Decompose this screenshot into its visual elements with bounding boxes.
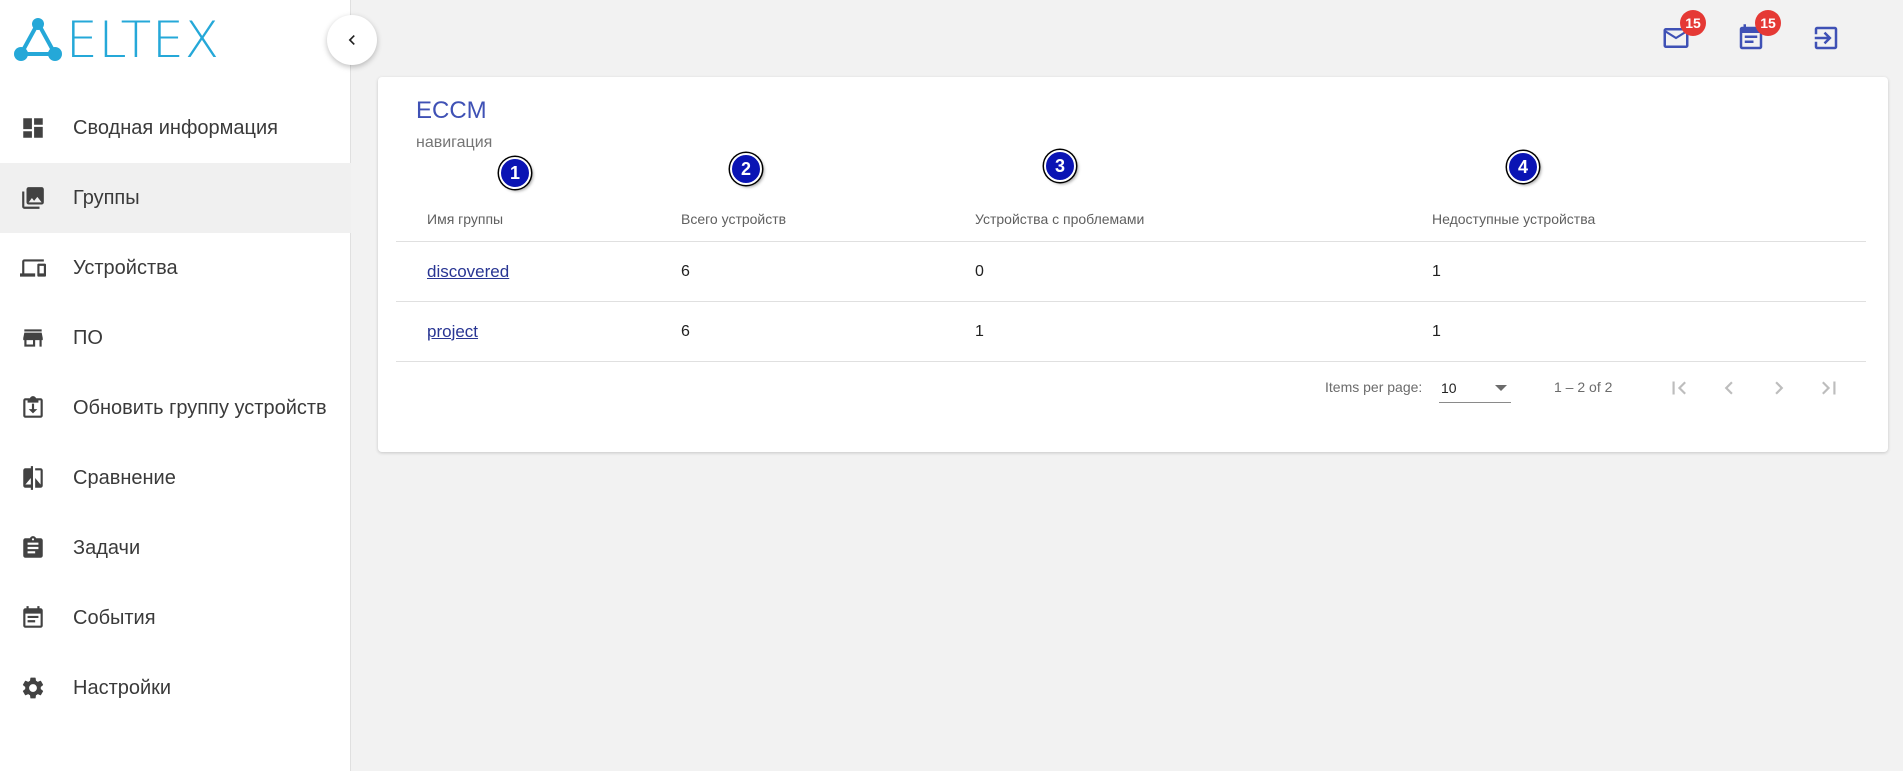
dashboard-icon	[18, 113, 48, 143]
chevron-left-icon	[1724, 381, 1733, 395]
items-per-page-label: Items per page:	[1325, 379, 1423, 395]
page-title: ECCM	[416, 97, 487, 124]
annotation-marker-4: 4	[1507, 151, 1539, 183]
sidebar-item-compare[interactable]: Сравнение	[0, 443, 351, 513]
eltex-logo[interactable]: ELTEX	[12, 11, 220, 69]
events-badge: 15	[1755, 10, 1781, 36]
sidebar-item-devices[interactable]: Устройства	[0, 233, 351, 303]
chevron-right-icon	[1775, 381, 1784, 395]
sidebar-item-label: Сводная информация	[73, 116, 278, 139]
page-subtitle: навигация	[416, 134, 493, 151]
unavailable-devices-cell: 1	[1432, 262, 1441, 280]
clipboard-icon	[18, 533, 48, 563]
total-devices-cell: 6	[681, 322, 690, 340]
sidebar-item-label: Устройства	[73, 256, 178, 279]
table-row: discovered 6 0 1	[396, 242, 1866, 302]
events-button[interactable]: 15	[1733, 10, 1781, 56]
problem-devices-cell: 0	[975, 262, 984, 280]
total-devices-cell: 6	[681, 262, 690, 280]
problem-devices-cell: 1	[975, 322, 984, 340]
chevron-left-icon	[348, 35, 355, 45]
sidebar-item-summary[interactable]: Сводная информация	[0, 93, 351, 163]
next-page-button[interactable]	[1762, 371, 1796, 405]
groups-table: Имя группы Всего устройств Устройства с …	[396, 150, 1866, 362]
devices-icon	[18, 253, 48, 283]
sidebar-item-groups[interactable]: Группы	[0, 163, 351, 233]
store-icon	[18, 323, 48, 353]
sidebar-item-label: Группы	[73, 186, 140, 209]
sidebar-item-label: События	[73, 606, 156, 629]
column-header-unavailable-devices[interactable]: Недоступные устройства	[1432, 177, 1595, 241]
sidebar-item-label: Обновить группу устройств	[73, 396, 327, 419]
sidebar-item-events[interactable]: События	[0, 583, 351, 653]
gear-icon	[18, 673, 48, 703]
table-header-row: Имя группы Всего устройств Устройства с …	[396, 150, 1866, 242]
column-header-problem-devices[interactable]: Устройства с проблемами	[975, 177, 1144, 241]
column-header-total-devices[interactable]: Всего устройств	[681, 177, 786, 241]
annotation-marker-2: 2	[730, 153, 762, 185]
column-header-group-name[interactable]: Имя группы	[427, 177, 503, 241]
sidebar-item-label: Сравнение	[73, 466, 176, 489]
group-link[interactable]: discovered	[427, 262, 509, 282]
first-page-icon	[1672, 381, 1686, 395]
collapse-sidebar-button[interactable]	[327, 15, 377, 65]
mail-badge: 15	[1680, 10, 1706, 36]
page-size-value: 10	[1441, 380, 1457, 396]
sidebar-item-label: Задачи	[73, 536, 141, 559]
calendar-icon	[18, 603, 48, 633]
sidebar-item-update-group[interactable]: Обновить группу устройств	[0, 373, 351, 443]
logout-icon	[1814, 26, 1838, 50]
last-page-button[interactable]	[1812, 371, 1846, 405]
compare-icon	[18, 463, 48, 493]
logout-button[interactable]	[1808, 20, 1844, 56]
table-row: project 6 1 1	[396, 302, 1866, 362]
photo-library-icon	[18, 183, 48, 213]
sidebar-item-label: Настройки	[73, 676, 172, 699]
sidebar-item-software[interactable]: ПО	[0, 303, 351, 373]
groups-card: ECCM навигация Имя группы Всего устройст…	[378, 77, 1888, 452]
previous-page-button[interactable]	[1712, 371, 1746, 405]
annotation-marker-3: 3	[1044, 150, 1076, 182]
last-page-icon	[1822, 381, 1836, 395]
logo-text: ELTEX	[66, 11, 220, 69]
paginator: Items per page: 10 1 – 2 of 2	[378, 369, 1888, 409]
annotation-marker-1: 1	[499, 157, 531, 189]
logo-icon	[14, 18, 62, 61]
messages-button[interactable]: 15	[1658, 10, 1706, 56]
page-range-label: 1 – 2 of 2	[1554, 379, 1613, 395]
page-size-select[interactable]: 10	[1439, 371, 1511, 403]
sidebar: ELTEX Сводная информация Группы Устройст…	[0, 0, 351, 771]
dropdown-arrow-icon	[1495, 385, 1507, 391]
sidebar-nav: Сводная информация Группы Устройства ПО …	[0, 93, 351, 723]
group-link[interactable]: project	[427, 322, 478, 342]
sidebar-item-tasks[interactable]: Задачи	[0, 513, 351, 583]
sidebar-item-label: ПО	[73, 326, 103, 349]
first-page-button[interactable]	[1662, 371, 1696, 405]
unavailable-devices-cell: 1	[1432, 322, 1441, 340]
download-box-icon	[18, 393, 48, 423]
sidebar-item-settings[interactable]: Настройки	[0, 653, 351, 723]
